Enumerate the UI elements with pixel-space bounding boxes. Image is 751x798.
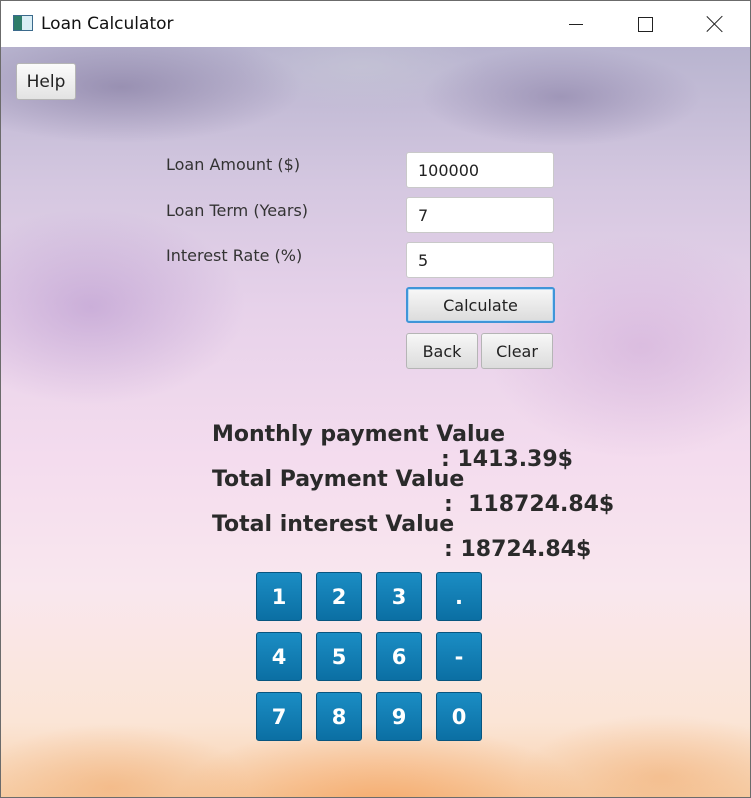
- total-interest-label: Total interest Value: [211, 512, 455, 537]
- key-5[interactable]: 5: [316, 632, 362, 681]
- minimize-icon: [569, 23, 583, 25]
- calculator-content: Help Loan Amount ($) 100000 Loan Term (Y…: [1, 47, 750, 797]
- key-2[interactable]: 2: [316, 572, 362, 621]
- calculate-button[interactable]: Calculate: [406, 287, 555, 323]
- maximize-button[interactable]: [610, 1, 680, 47]
- key-8[interactable]: 8: [316, 692, 362, 741]
- key-decimal[interactable]: .: [436, 572, 482, 621]
- clear-button[interactable]: Clear: [481, 333, 553, 369]
- help-button[interactable]: Help: [16, 63, 76, 100]
- key-0[interactable]: 0: [436, 692, 482, 741]
- key-9[interactable]: 9: [376, 692, 422, 741]
- loan-amount-input[interactable]: 100000: [406, 152, 554, 188]
- loan-term-label: Loan Term (Years): [166, 201, 309, 220]
- back-button[interactable]: Back: [406, 333, 478, 369]
- interest-rate-label: Interest Rate (%): [166, 246, 303, 265]
- title-bar: Loan Calculator: [1, 1, 750, 47]
- key-3[interactable]: 3: [376, 572, 422, 621]
- app-icon: [13, 15, 33, 31]
- loan-term-input[interactable]: 7: [406, 197, 554, 233]
- close-button[interactable]: [680, 1, 750, 47]
- key-7[interactable]: 7: [256, 692, 302, 741]
- total-interest-value: : 18724.84$: [444, 537, 592, 562]
- interest-rate-input[interactable]: 5: [406, 242, 554, 278]
- loan-calculator-window: Loan Calculator Help Loan Amount ($) 100…: [0, 0, 751, 798]
- window-title: Loan Calculator: [41, 14, 174, 34]
- close-icon: [706, 15, 724, 33]
- loan-amount-label: Loan Amount ($): [166, 155, 301, 174]
- key-4[interactable]: 4: [256, 632, 302, 681]
- minimize-button[interactable]: [541, 1, 611, 47]
- key-minus[interactable]: -: [436, 632, 482, 681]
- maximize-icon: [637, 16, 653, 32]
- key-1[interactable]: 1: [256, 572, 302, 621]
- key-6[interactable]: 6: [376, 632, 422, 681]
- total-payment-value: : 118724.84$: [444, 492, 615, 517]
